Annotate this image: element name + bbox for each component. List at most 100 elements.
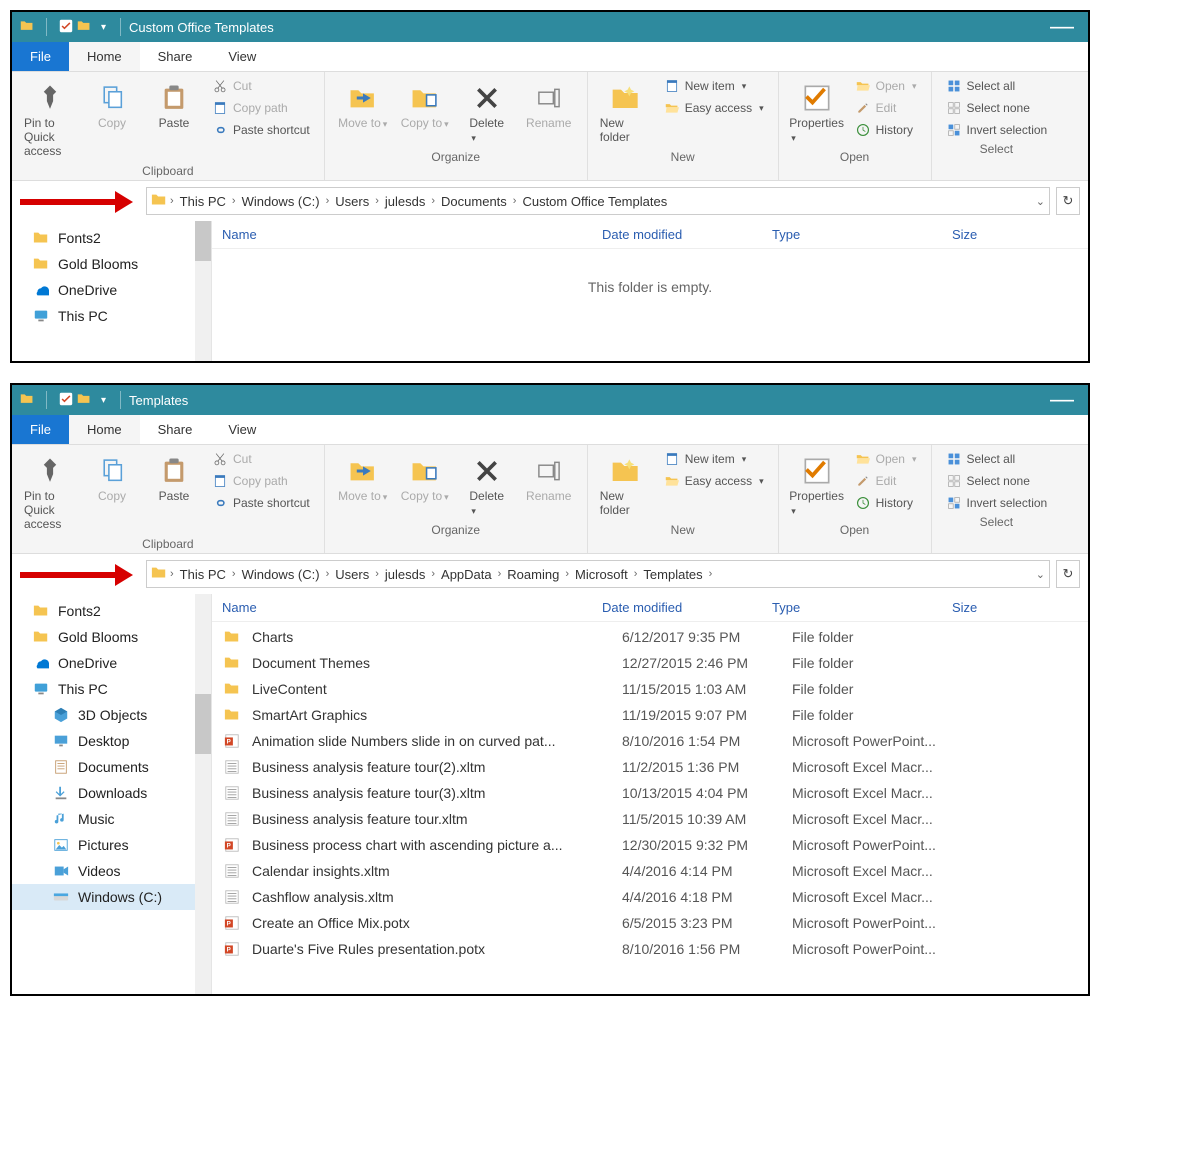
column-headers[interactable]: Name Date modified Type Size [212,221,1088,249]
breadcrumb-segment[interactable]: This PC [177,567,229,582]
scrollbar-thumb[interactable] [195,694,211,754]
move-to-button[interactable]: Move to▾ [335,449,391,507]
title-bar[interactable]: ▾ Custom Office Templates — [12,12,1088,42]
nav-item[interactable]: Fonts2 [12,598,211,624]
rename-button[interactable]: Rename [521,76,577,134]
nav-item[interactable]: OneDrive [12,277,211,303]
column-header-name[interactable]: Name [222,600,602,615]
minimize-button[interactable]: — [1044,22,1080,32]
cut-button[interactable]: Cut [208,449,314,469]
nav-item[interactable]: Windows (C:) [12,884,211,910]
nav-item[interactable]: Downloads [12,780,211,806]
tab-share[interactable]: Share [140,415,211,444]
file-row[interactable]: Cashflow analysis.xltm 4/4/2016 4:18 PM … [212,884,1088,910]
invert-selection-button[interactable]: Invert selection [942,120,1052,140]
column-header-type[interactable]: Type [772,227,952,242]
column-header-type[interactable]: Type [772,600,952,615]
new-item-button[interactable]: New item▾ [660,449,768,469]
file-row[interactable]: Create an Office Mix.potx 6/5/2015 3:23 … [212,910,1088,936]
file-row[interactable]: Calendar insights.xltm 4/4/2016 4:14 PM … [212,858,1088,884]
select-all-button[interactable]: Select all [942,76,1052,96]
breadcrumb-chevron-icon[interactable]: › [323,568,333,580]
file-row[interactable]: LiveContent 11/15/2015 1:03 AM File fold… [212,676,1088,702]
address-dropdown-icon[interactable]: ⌄ [1036,568,1045,581]
breadcrumb-chevron-icon[interactable]: › [562,568,572,580]
qat-dropdown-icon[interactable]: ▾ [101,395,106,406]
delete-button[interactable]: Delete▾ [459,449,515,521]
paste-shortcut-button[interactable]: Paste shortcut [208,120,314,140]
nav-item[interactable]: 3D Objects [12,702,211,728]
file-row[interactable]: Charts 6/12/2017 9:35 PM File folder [212,624,1088,650]
breadcrumb-segment[interactable]: This PC [177,194,229,209]
properties-button[interactable]: Properties▾ [789,449,845,521]
breadcrumb-chevron-icon[interactable]: › [428,568,438,580]
tab-file[interactable]: File [12,42,69,71]
scrollbar-thumb[interactable] [195,221,211,261]
file-row[interactable]: Business analysis feature tour.xltm 11/5… [212,806,1088,832]
nav-item[interactable]: Pictures [12,832,211,858]
tab-view[interactable]: View [210,42,274,71]
nav-item[interactable]: Gold Blooms [12,251,211,277]
nav-scrollbar[interactable] [195,594,211,994]
breadcrumb-segment[interactable]: julesds [382,567,428,582]
refresh-button[interactable]: ↻ [1056,187,1080,215]
new-folder-button[interactable]: New folder [598,449,654,521]
file-row[interactable]: SmartArt Graphics 11/19/2015 9:07 PM Fil… [212,702,1088,728]
select-none-button[interactable]: Select none [942,98,1052,118]
history-button[interactable]: History [851,120,921,140]
quick-access-check-icon[interactable] [59,392,73,409]
refresh-button[interactable]: ↻ [1056,560,1080,588]
open-button[interactable]: Open▾ [851,76,921,96]
column-header-name[interactable]: Name [222,227,602,242]
new-item-button[interactable]: New item▾ [660,76,768,96]
breadcrumb-segment[interactable]: Windows (C:) [239,194,323,209]
file-row[interactable]: Business process chart with ascending pi… [212,832,1088,858]
file-row[interactable]: Business analysis feature tour(3).xltm 1… [212,780,1088,806]
column-header-size[interactable]: Size [952,600,1012,615]
pin-to-quick-access-button[interactable]: Pin to Quick access [22,76,78,162]
breadcrumb-segment[interactable]: AppData [438,567,495,582]
file-row[interactable]: Animation slide Numbers slide in on curv… [212,728,1088,754]
copy-to-button[interactable]: Copy to▾ [397,449,453,507]
breadcrumb-segment[interactable]: Users [332,194,372,209]
nav-item[interactable]: Desktop [12,728,211,754]
nav-item[interactable]: Fonts2 [12,225,211,251]
invert-selection-button[interactable]: Invert selection [942,493,1052,513]
pin-to-quick-access-button[interactable]: Pin to Quick access [22,449,78,535]
breadcrumb-segment[interactable]: Templates [640,567,705,582]
breadcrumb-chevron-icon[interactable]: › [372,568,382,580]
history-button[interactable]: History [851,493,921,513]
nav-item[interactable]: This PC [12,676,211,702]
copy-button[interactable]: Copy [84,76,140,134]
file-row[interactable]: Document Themes 12/27/2015 2:46 PM File … [212,650,1088,676]
breadcrumb-chevron-icon[interactable]: › [495,568,505,580]
address-dropdown-icon[interactable]: ⌄ [1036,195,1045,208]
tab-home[interactable]: Home [69,42,140,71]
select-all-button[interactable]: Select all [942,449,1052,469]
column-header-date[interactable]: Date modified [602,227,772,242]
column-header-date[interactable]: Date modified [602,600,772,615]
breadcrumb-segment[interactable]: julesds [382,194,428,209]
nav-item[interactable]: This PC [12,303,211,329]
column-header-size[interactable]: Size [952,227,1012,242]
tab-share[interactable]: Share [140,42,211,71]
paste-button[interactable]: Paste [146,76,202,134]
breadcrumb-segment[interactable]: Custom Office Templates [519,194,670,209]
edit-button[interactable]: Edit [851,471,921,491]
new-folder-button[interactable]: New folder [598,76,654,148]
breadcrumb-chevron-icon[interactable]: › [372,195,382,207]
properties-button[interactable]: Properties▾ [789,76,845,148]
tab-home[interactable]: Home [69,415,140,444]
breadcrumb-segment[interactable]: Windows (C:) [239,567,323,582]
cut-button[interactable]: Cut [208,76,314,96]
breadcrumb-chevron-icon[interactable]: › [167,195,177,207]
copy-path-button[interactable]: Copy path [208,471,314,491]
file-row[interactable]: Duarte's Five Rules presentation.potx 8/… [212,936,1088,962]
rename-button[interactable]: Rename [521,449,577,507]
copy-to-button[interactable]: Copy to▾ [397,76,453,134]
breadcrumb-chevron-icon[interactable]: › [229,195,239,207]
breadcrumb-chevron-icon[interactable]: › [323,195,333,207]
select-none-button[interactable]: Select none [942,471,1052,491]
open-button[interactable]: Open▾ [851,449,921,469]
title-bar[interactable]: ▾ Templates — [12,385,1088,415]
